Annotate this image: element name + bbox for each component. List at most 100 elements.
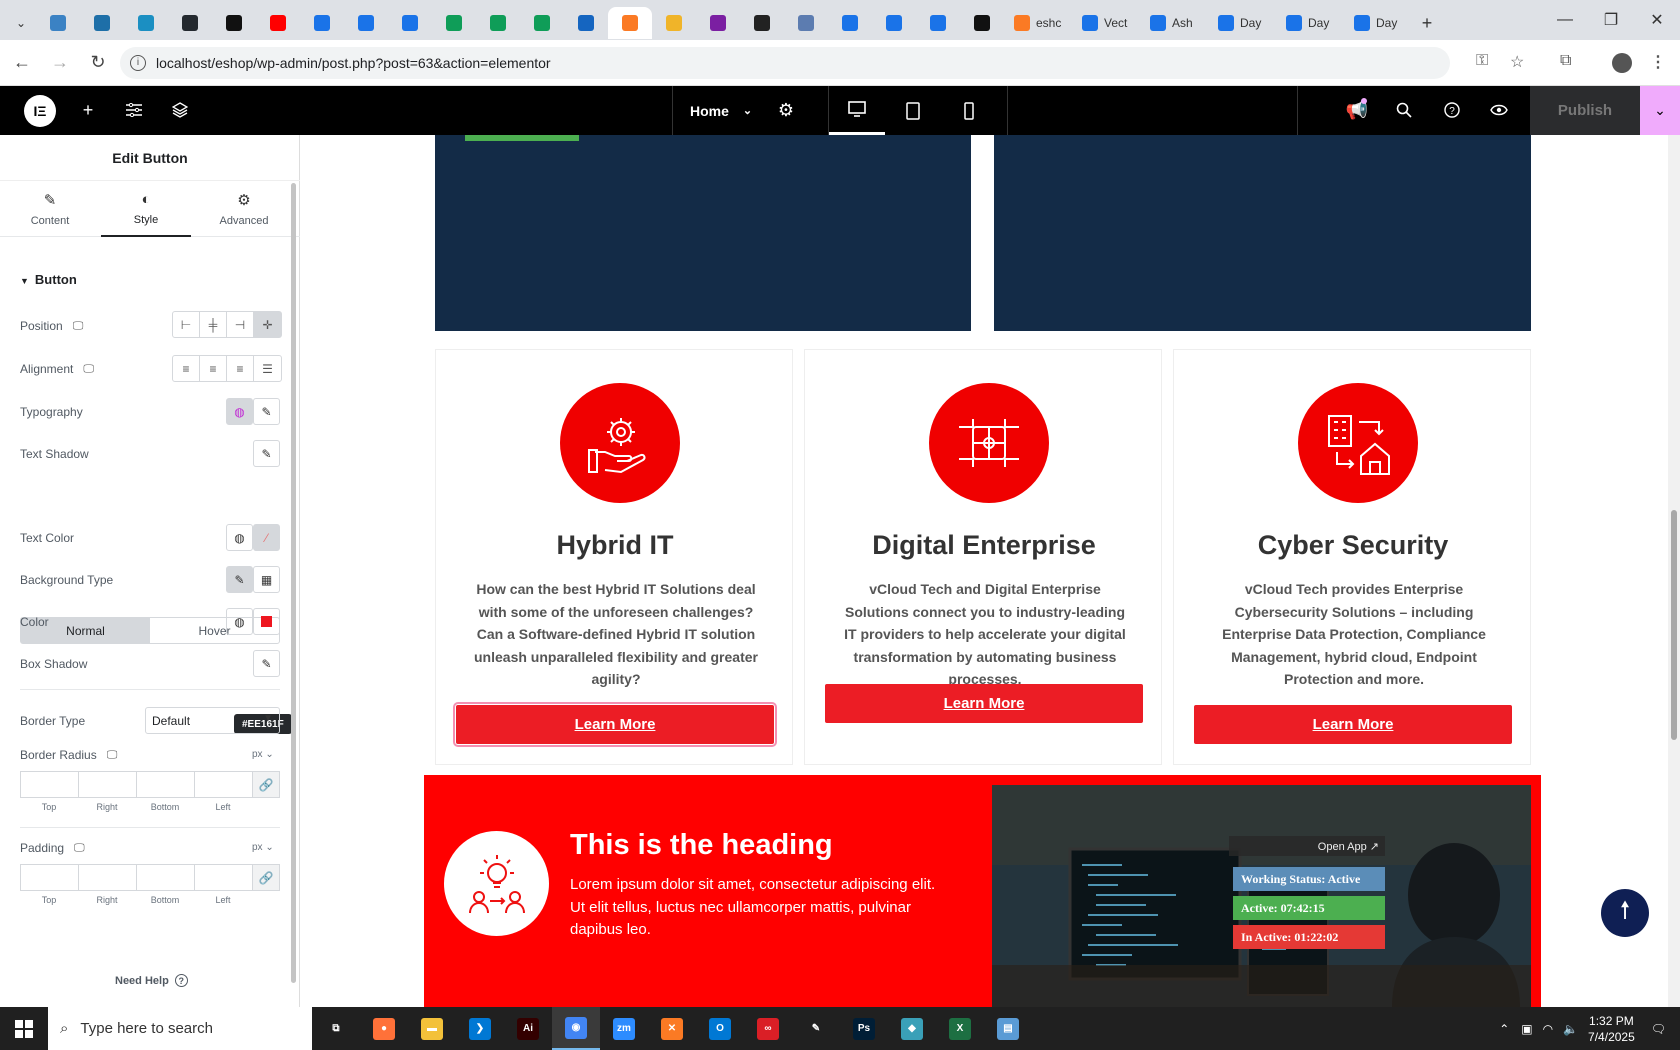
browser-tab[interactable]: Day <box>1208 7 1276 39</box>
responsive-desktop-icon[interactable]: 🖵 <box>107 749 118 762</box>
tab-style[interactable]: ◐ Style <box>101 181 191 237</box>
close-window-button[interactable]: ✕ <box>1634 0 1680 40</box>
taskbar-search-box[interactable]: ⌕ Type here to search <box>48 1007 312 1050</box>
browser-tab[interactable] <box>872 7 916 39</box>
border-radius-unit-select[interactable]: px ⌄ <box>252 749 274 760</box>
browser-tab[interactable] <box>828 7 872 39</box>
minimize-button[interactable]: — <box>1542 0 1588 40</box>
browser-tab[interactable] <box>212 7 256 39</box>
notification-center-icon[interactable]: 🗨 <box>1651 1022 1666 1036</box>
learn-more-button[interactable]: Learn More <box>825 684 1143 723</box>
need-help-link[interactable]: Need Help? <box>115 974 188 987</box>
edit-typography-pencil-icon[interactable]: ✎ <box>253 398 280 425</box>
browser-tab[interactable] <box>784 7 828 39</box>
browser-tab[interactable] <box>696 7 740 39</box>
padding-right-input[interactable] <box>78 864 136 891</box>
browser-tab[interactable] <box>608 7 652 39</box>
panel-scrollbar[interactable] <box>291 183 296 983</box>
edit-text-shadow-pencil-icon[interactable]: ✎ <box>253 440 280 467</box>
mobile-device-button[interactable] <box>941 86 997 135</box>
browser-tab[interactable] <box>740 7 784 39</box>
align-right-icon[interactable]: ≡ <box>227 356 254 381</box>
tab-search-button[interactable]: ⌄ <box>6 7 36 39</box>
border-radius-right-input[interactable] <box>78 771 136 798</box>
responsive-desktop-icon[interactable]: 🖵 <box>83 363 94 376</box>
browser-tab[interactable] <box>564 7 608 39</box>
bookmark-star-icon[interactable]: ☆ <box>1510 52 1524 72</box>
position-stretch-icon[interactable]: ✛ <box>254 312 281 337</box>
browser-tab[interactable] <box>256 7 300 39</box>
browser-tab[interactable] <box>432 7 476 39</box>
browser-tab[interactable]: Day <box>1276 7 1344 39</box>
restore-button[interactable]: ❐ <box>1588 0 1634 40</box>
border-radius-top-input[interactable] <box>20 771 78 798</box>
section-button-toggle[interactable]: ▼ Button <box>20 272 77 287</box>
browser-tab[interactable]: Ash <box>1140 7 1208 39</box>
taskbar-app-button[interactable]: O <box>696 1007 744 1050</box>
padding-unit-select[interactable]: px ⌄ <box>252 842 274 853</box>
url-input[interactable]: i localhost/eshop/wp-admin/post.php?post… <box>120 47 1450 79</box>
taskbar-app-button[interactable]: ● <box>360 1007 408 1050</box>
taskbar-app-button[interactable]: ◉ <box>552 1007 600 1050</box>
elementor-logo-icon[interactable]: IΞ <box>24 95 56 127</box>
volume-icon[interactable]: 🔈 <box>1563 1022 1578 1036</box>
network-icon[interactable]: ▣ <box>1521 1022 1532 1036</box>
back-button[interactable]: ← <box>6 47 38 79</box>
tab-content[interactable]: ✎ Content <box>5 181 95 237</box>
text-color-picker[interactable]: ⁄ <box>253 524 280 551</box>
padding-left-input[interactable] <box>194 864 252 891</box>
browser-tab[interactable] <box>388 7 432 39</box>
tray-overflow-icon[interactable]: ⌃ <box>1499 1022 1509 1036</box>
taskbar-app-button[interactable]: ▬ <box>408 1007 456 1050</box>
responsive-desktop-icon[interactable]: 🖵 <box>73 320 84 333</box>
padding-top-input[interactable] <box>20 864 78 891</box>
preview-eye-icon[interactable] <box>1487 98 1511 122</box>
browser-tab[interactable] <box>344 7 388 39</box>
background-classic-icon[interactable]: ✎ <box>226 566 253 593</box>
site-info-icon[interactable]: i <box>130 55 146 71</box>
browser-menu-icon[interactable]: ⋮ <box>1650 52 1666 72</box>
browser-tab[interactable]: Day <box>1344 7 1412 39</box>
taskbar-app-button[interactable]: ✎ <box>792 1007 840 1050</box>
taskbar-app-button[interactable]: zm <box>600 1007 648 1050</box>
browser-tab[interactable] <box>476 7 520 39</box>
align-center-icon[interactable]: ≡ <box>200 356 227 381</box>
browser-tab[interactable] <box>520 7 564 39</box>
color-swatch[interactable] <box>253 608 280 635</box>
password-key-icon[interactable]: ⚿ <box>1476 52 1488 70</box>
browser-tab[interactable] <box>168 7 212 39</box>
border-radius-left-input[interactable] <box>194 771 252 798</box>
windows-start-button[interactable] <box>0 1007 48 1050</box>
link-values-icon[interactable]: 🔗 <box>252 771 280 798</box>
position-start-icon[interactable]: ⊢ <box>173 312 200 337</box>
page-scrollbar-thumb[interactable] <box>1671 510 1677 740</box>
browser-tab[interactable] <box>916 7 960 39</box>
desktop-device-button[interactable] <box>829 86 885 135</box>
browser-tab[interactable]: eshc <box>1004 7 1072 39</box>
taskbar-app-button[interactable]: ⧉ <box>312 1007 360 1050</box>
green-button-edge[interactable] <box>465 135 579 141</box>
browser-tab[interactable] <box>124 7 168 39</box>
taskbar-app-button[interactable]: ✕ <box>648 1007 696 1050</box>
browser-tab[interactable] <box>80 7 124 39</box>
wifi-icon[interactable]: ◠ <box>1543 1022 1553 1036</box>
browser-tab[interactable] <box>652 7 696 39</box>
taskbar-app-button[interactable]: ❯ <box>456 1007 504 1050</box>
align-left-icon[interactable]: ≡ <box>173 356 200 381</box>
open-app-button[interactable]: Open App ↗ <box>1229 836 1385 856</box>
extensions-icon[interactable]: ⧉ <box>1560 52 1571 70</box>
link-values-icon[interactable]: 🔗 <box>252 864 280 891</box>
forward-button[interactable]: → <box>44 47 76 79</box>
tablet-device-button[interactable] <box>885 86 941 135</box>
browser-tab[interactable] <box>300 7 344 39</box>
padding-bottom-input[interactable] <box>136 864 194 891</box>
responsive-desktop-icon[interactable]: 🖵 <box>74 842 85 855</box>
border-radius-bottom-input[interactable] <box>136 771 194 798</box>
new-tab-button[interactable]: + <box>1412 7 1442 39</box>
taskbar-app-button[interactable]: Ai <box>504 1007 552 1050</box>
learn-more-button[interactable]: Learn More <box>453 702 777 747</box>
global-typography-icon[interactable]: ◍ <box>226 398 253 425</box>
taskbar-app-button[interactable]: ◆ <box>888 1007 936 1050</box>
taskbar-clock[interactable]: 1:32 PM 7/4/2025 <box>1588 1013 1635 1045</box>
site-settings-icon[interactable] <box>122 98 146 122</box>
